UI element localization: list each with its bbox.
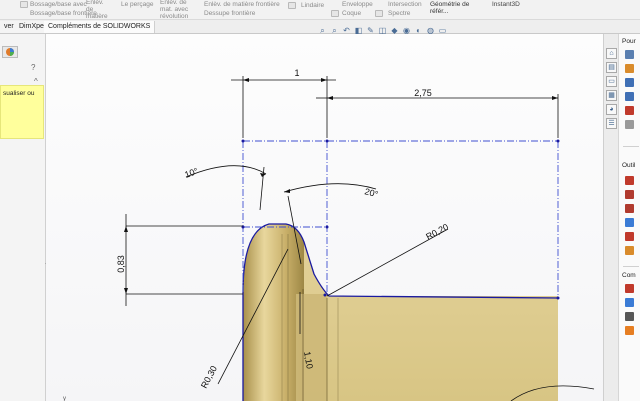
section-head-communaute: Com	[622, 272, 636, 279]
graphics-area[interactable]: 1 2,75 10° 20° R0,20 0,83 R0,30 1,10 y	[46, 34, 603, 401]
learn-icon[interactable]	[625, 92, 634, 101]
sketch-drawing: 1 2,75 10° 20° R0,20 0,83 R0,30 1,10 y	[63, 68, 595, 401]
dim-width-2-75[interactable]: 2,75	[414, 88, 432, 98]
view-palette-icon[interactable]: ▦	[606, 90, 617, 101]
color-wheel-icon	[6, 48, 14, 56]
task-pane: Pour Outil Com	[618, 34, 640, 401]
property-manager-panel: ? ^ sualiser ou ◂	[0, 34, 48, 401]
ribbon-item-shell[interactable]: Coque	[342, 10, 361, 17]
boss-extrude-icon[interactable]	[20, 1, 28, 8]
tool-costing-icon[interactable]	[625, 190, 634, 199]
whats-new-icon[interactable]	[625, 106, 634, 115]
message-text: sualiser ou	[3, 90, 35, 97]
community-user-group-icon[interactable]	[625, 312, 634, 321]
appearances-icon[interactable]: ◕	[606, 104, 617, 115]
tool-check-icon[interactable]	[625, 246, 634, 255]
ribbon-item-boss-base[interactable]: Bossage/base avec	[30, 1, 87, 8]
dim-height-083[interactable]: 0,83	[116, 255, 126, 273]
ribbon-item-cut-boundary[interactable]: Enlèv. de matière frontière	[204, 1, 280, 8]
dim-angle-10[interactable]: 10°	[183, 166, 200, 180]
section-head-outils: Outil	[622, 162, 636, 169]
help-icon[interactable]: ?	[31, 63, 35, 72]
file-explorer-icon[interactable]: ▭	[606, 76, 617, 87]
ribbon-item-instant3d[interactable]: Instant3D	[492, 1, 520, 8]
part-cylinder	[243, 224, 304, 401]
community-blog-icon[interactable]	[625, 298, 634, 307]
ribbon-item-linear-pattern[interactable]: Lindaire	[301, 2, 324, 9]
message-box: sualiser ou	[0, 85, 44, 139]
ribbon-item-revolved-cut[interactable]: Enlèv. de mat. avec révolution	[160, 0, 194, 20]
ribbon-item-reference-geometry[interactable]: Géométrie de référ...	[430, 1, 470, 15]
tutorial-icon[interactable]	[625, 78, 634, 87]
settings-icon[interactable]	[625, 120, 634, 129]
custom-properties-icon[interactable]: ☰	[606, 118, 617, 129]
tool-sustainability-icon[interactable]	[625, 218, 634, 227]
appearance-tab-icon[interactable]	[2, 46, 18, 58]
section-head-pour: Pour	[622, 38, 636, 45]
axis-triad-label: y	[63, 396, 66, 401]
ribbon-item-wrap[interactable]: Enveloppe	[342, 1, 373, 8]
dim-radius-020[interactable]: R0,20	[424, 222, 450, 242]
design-library-icon[interactable]: ▤	[606, 62, 617, 73]
community-forum-icon[interactable]	[625, 284, 634, 293]
dim-angle-20[interactable]: 20°	[363, 186, 379, 199]
tool-simulation-icon[interactable]	[625, 204, 634, 213]
tab-solidworks-addins[interactable]: Compléments de SOLIDWORKS	[44, 21, 156, 33]
shell-icon[interactable]	[331, 10, 339, 17]
command-ribbon: Bossage/base avec Bossage/base frontière…	[0, 0, 640, 27]
part-step	[296, 294, 327, 401]
dim-width-1[interactable]: 1	[294, 68, 299, 78]
rss-feed-icon[interactable]	[625, 326, 634, 335]
ribbon-item-boundary-cut[interactable]: Dessupe frontière	[204, 10, 255, 17]
draft-icon[interactable]	[375, 10, 383, 17]
task-pane-tabs: ⌂ ▤ ▭ ▦ ◕ ☰	[603, 34, 618, 401]
new-document-icon[interactable]	[625, 50, 634, 59]
dim-radius-030[interactable]: R0,30	[199, 364, 219, 390]
ribbon-item-hole-wizard[interactable]: Le perçage	[121, 1, 154, 8]
tool-analysis-icon[interactable]	[625, 232, 634, 241]
ribbon-item-mirror[interactable]: Spectre	[388, 10, 410, 17]
tool-toolbox-icon[interactable]	[625, 176, 634, 185]
open-document-icon[interactable]	[625, 64, 634, 73]
pattern-icon[interactable]	[288, 2, 296, 9]
ribbon-item-intersect[interactable]: Intersection	[388, 1, 422, 8]
home-icon[interactable]: ⌂	[606, 48, 617, 59]
